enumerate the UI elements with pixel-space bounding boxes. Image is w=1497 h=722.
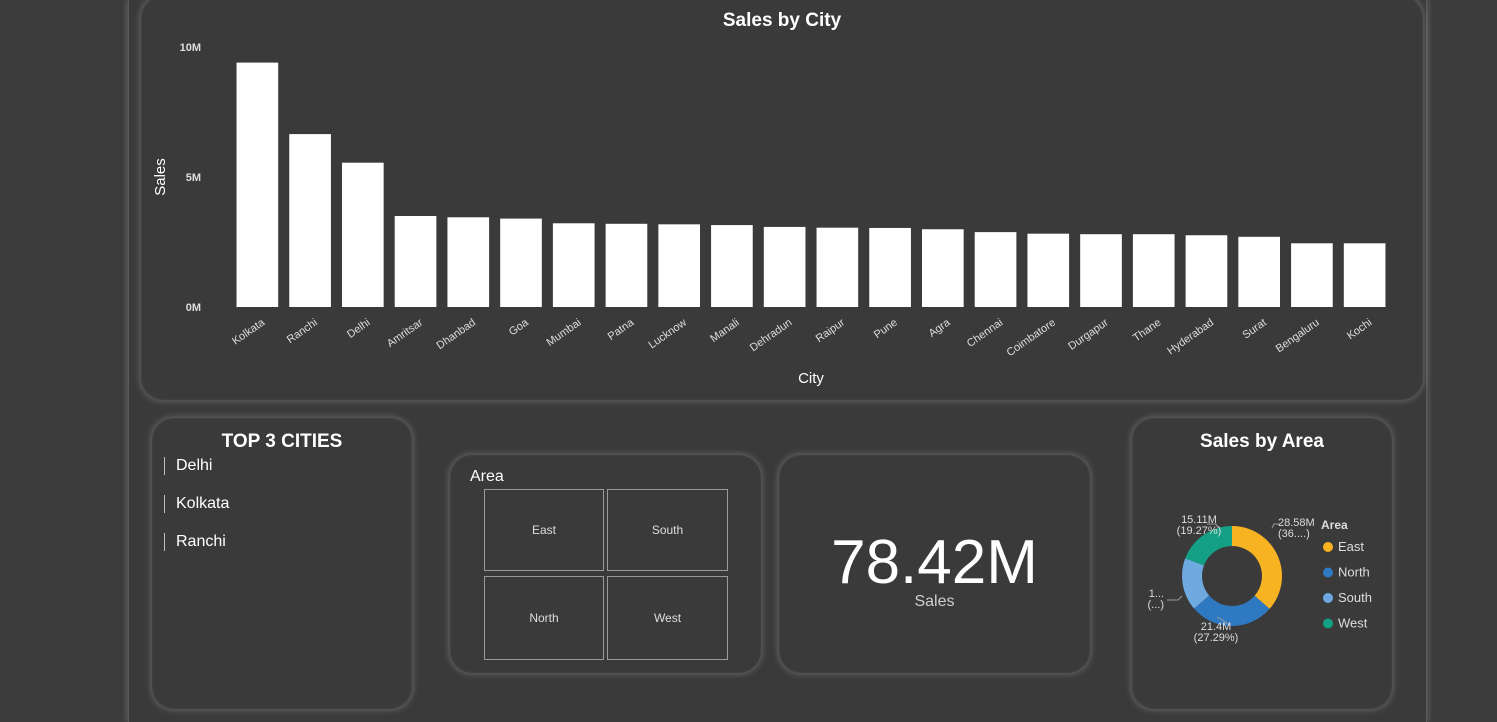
- x-tick-label: Goa: [507, 316, 532, 338]
- x-tick-label: Chennai: [965, 317, 1005, 350]
- area-slicer-title: Area: [470, 468, 504, 485]
- x-tick-label: Dhanbad: [435, 317, 478, 352]
- bar-patna[interactable]: [605, 223, 648, 307]
- legend-marker-north: [1323, 567, 1333, 578]
- x-tick-label: Thane: [1131, 317, 1163, 345]
- bar-lucknow[interactable]: [658, 224, 701, 307]
- sales-by-city-card[interactable]: Sales by City 0M 5M 10M Sales Kolkata Ranchi D…: [141, 0, 1423, 400]
- donut-slice-east[interactable]: [1232, 526, 1282, 609]
- y-tick-label: 0M: [186, 302, 201, 314]
- x-tick-label: Mumbai: [545, 317, 584, 349]
- bar-goa[interactable]: [500, 218, 542, 307]
- x-tick-label: Ranchi: [285, 317, 320, 346]
- bar-ranchi[interactable]: [289, 134, 331, 307]
- legend-item-east[interactable]: East: [1338, 539, 1364, 554]
- x-tick-label: Pune: [872, 317, 900, 342]
- bar-manali[interactable]: [711, 225, 753, 307]
- legend-item-north[interactable]: North: [1338, 565, 1370, 580]
- bar-chennai[interactable]: [974, 232, 1017, 307]
- sales-kpi-value: 78.42M: [831, 528, 1038, 597]
- x-tick-label: Hyderabad: [1165, 317, 1216, 358]
- x-tick-label: Surat: [1240, 317, 1268, 342]
- x-tick-label: Manali: [708, 317, 741, 345]
- bar-coimbatore[interactable]: [1027, 233, 1070, 307]
- bar-thane[interactable]: [1132, 234, 1175, 307]
- bar-dehradun[interactable]: [763, 226, 806, 307]
- donut-pct-label: (...): [1148, 599, 1165, 611]
- sales-by-area-donut[interactable]: 28.58M(36....)21.4M(27.29%)1...(...)15.1…: [1132, 418, 1392, 709]
- sales-by-area-card[interactable]: Sales by Area 28.58M (36....) 21.4M (27.29%…: [1132, 418, 1392, 709]
- top3-city-item: Ranchi: [164, 533, 226, 551]
- area-tile-east[interactable]: East: [484, 489, 604, 571]
- legend-item-south[interactable]: South: [1338, 590, 1372, 605]
- donut-pct-label: (36....): [1278, 528, 1310, 540]
- top3-city-item: Delhi: [164, 457, 212, 475]
- legend-marker-east: [1323, 542, 1333, 552]
- y-tick-label: 5M: [186, 172, 201, 184]
- top3-city-item: Kolkata: [164, 495, 229, 513]
- bar-mumbai[interactable]: [552, 223, 595, 307]
- area-tile-west[interactable]: West: [607, 576, 728, 660]
- donut-pct-label: (19.27%): [1177, 525, 1222, 537]
- top3-cities-title: TOP 3 CITIES: [221, 431, 343, 452]
- x-tick-label: Kochi: [1345, 317, 1374, 343]
- bar-bengaluru[interactable]: [1291, 243, 1333, 307]
- bar-kolkata[interactable]: [236, 62, 279, 307]
- legend-marker-west: [1323, 618, 1333, 629]
- area-tile-south[interactable]: South: [607, 489, 728, 571]
- x-tick-label: Delhi: [345, 317, 372, 341]
- x-tick-label: Amritsar: [385, 316, 426, 350]
- x-tick-label: Patna: [606, 316, 637, 343]
- bar-durgapur[interactable]: [1080, 234, 1122, 307]
- bar-amritsar[interactable]: [394, 216, 437, 307]
- sales-by-city-chart[interactable]: 0M 5M 10M Sales Kolkata Ranchi Delhi Amritsar Dh…: [141, 0, 1423, 400]
- x-tick-label: Raipur: [814, 316, 848, 345]
- x-tick-label: Kolkata: [230, 316, 268, 347]
- bar-kochi[interactable]: [1343, 243, 1386, 307]
- bar-surat[interactable]: [1238, 236, 1281, 307]
- x-axis-label: City: [798, 370, 824, 387]
- x-tick-label: Durgapur: [1066, 316, 1111, 352]
- legend-marker-south: [1323, 593, 1333, 603]
- bar-hyderabad[interactable]: [1185, 235, 1228, 307]
- area-tile-north[interactable]: North: [484, 576, 604, 660]
- x-tick-label: Lucknow: [646, 317, 688, 352]
- top3-cities-card: TOP 3 CITIES Delhi Kolkata Ranchi: [152, 418, 412, 709]
- y-tick-label: 10M: [180, 42, 201, 54]
- report-canvas: Sales by City 0M 5M 10M Sales Kolkata Ranchi D…: [128, 0, 1427, 722]
- donut-leader-line: [1167, 595, 1183, 601]
- area-slicer-card: Area East South North West: [450, 455, 761, 673]
- sales-kpi-card: 78.42M Sales: [779, 455, 1090, 673]
- bar-dhanbad[interactable]: [447, 217, 490, 307]
- x-tick-label: Dehradun: [748, 317, 794, 355]
- x-tick-label: Agra: [927, 316, 954, 340]
- bar-pune[interactable]: [869, 227, 911, 307]
- y-axis-label: Sales: [152, 158, 169, 196]
- donut-pct-label: (27.29%): [1194, 632, 1239, 644]
- x-tick-label: Coimbatore: [1005, 317, 1058, 359]
- bar-raipur[interactable]: [816, 227, 859, 307]
- bar-delhi[interactable]: [341, 162, 384, 307]
- legend-item-west[interactable]: West: [1338, 616, 1368, 631]
- donut-legend-title: Area: [1321, 518, 1348, 532]
- bar-agra[interactable]: [921, 229, 964, 307]
- sales-kpi-label: Sales: [914, 593, 955, 610]
- x-tick-label: Bengaluru: [1274, 317, 1322, 356]
